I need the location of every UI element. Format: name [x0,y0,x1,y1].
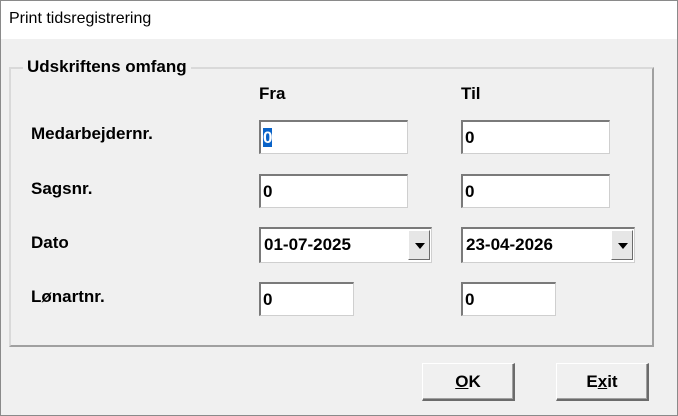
case-from-input[interactable]: 0 [259,174,408,208]
case-label: Sagsnr. [31,179,93,198]
date-to-value: 23-04-2026 [466,235,553,254]
exit-label-pre: E [586,372,598,391]
title-bar[interactable]: Print tidsregistrering [1,1,677,39]
date-to-combobox[interactable]: 23-04-2026 [461,227,635,263]
window-title: Print tidsregistrering [9,10,152,27]
date-from-dropdown-button[interactable] [408,230,430,260]
ok-label-rest: K [468,372,481,391]
employee-label: Medarbejdernr. [31,124,153,143]
date-to-dropdown-button[interactable] [611,230,633,260]
print-dialog: Print tidsregistrering Udskriftens omfan… [0,0,678,416]
chevron-down-icon [415,243,425,249]
date-from-combobox[interactable]: 01-07-2025 [259,227,432,263]
case-to-input[interactable]: 0 [461,174,610,208]
exit-mnemonic: x [597,372,608,391]
ok-button[interactable]: OK [422,363,515,401]
employee-from-value: 0 [263,128,273,147]
employee-to-input[interactable]: 0 [461,120,610,154]
exit-label-rest: it [607,372,618,391]
group-label: Udskriftens omfang [23,57,191,77]
employee-from-input[interactable]: 0 [259,120,408,154]
chevron-down-icon [618,243,628,249]
date-label: Dato [31,233,69,252]
column-header-from: Fra [259,84,286,103]
wagetype-to-input[interactable]: 0 [461,282,556,316]
wagetype-label: Lønartnr. [31,287,105,306]
ok-mnemonic: O [455,372,469,391]
exit-button[interactable]: Exit [556,363,649,401]
column-header-to: Til [461,84,481,103]
date-from-value: 01-07-2025 [264,235,351,254]
wagetype-from-input[interactable]: 0 [259,282,354,316]
